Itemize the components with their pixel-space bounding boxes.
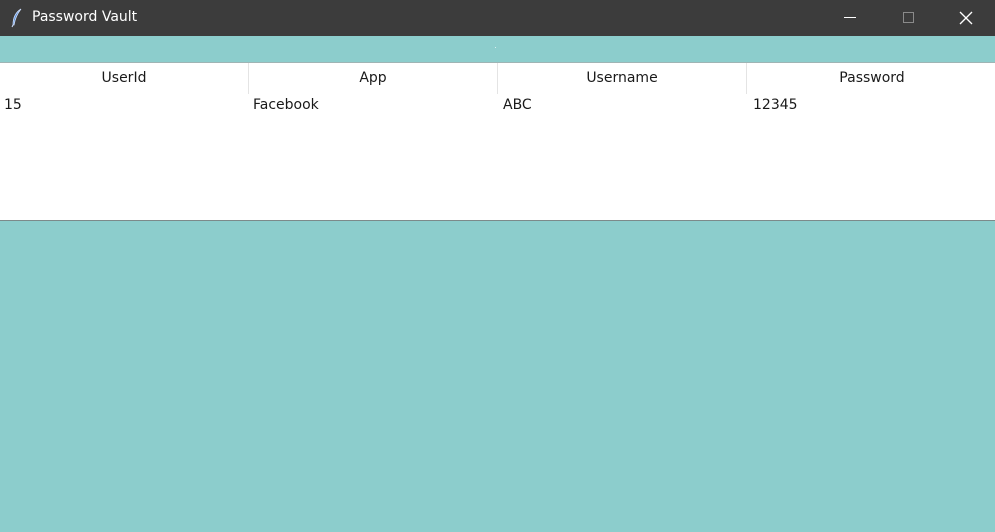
title-bar[interactable]: Password Vault [0, 0, 995, 36]
column-header-userid[interactable]: UserId [0, 63, 249, 94]
cell-app: Facebook [253, 97, 319, 113]
close-button[interactable] [937, 0, 995, 36]
vault-table[interactable]: UserId App Username Password 15 Facebook… [0, 62, 995, 221]
close-icon [959, 11, 973, 25]
toolbar-strip [0, 36, 995, 63]
minimize-icon [844, 17, 856, 18]
column-header-username[interactable]: Username [498, 63, 747, 94]
table-row[interactable]: 15 Facebook ABC 12345 [0, 94, 995, 116]
maximize-icon [903, 12, 914, 23]
column-header-password[interactable]: Password [749, 63, 995, 94]
maximize-button[interactable] [879, 0, 937, 36]
cell-username: ABC [503, 97, 532, 113]
strip-dot [495, 47, 496, 48]
window-title: Password Vault [32, 9, 138, 25]
table-header: UserId App Username Password [0, 63, 995, 94]
app-window: Password Vault UserId App Username Passw… [0, 0, 995, 532]
feather-icon [10, 8, 24, 28]
column-header-app[interactable]: App [249, 63, 498, 94]
cell-password: 12345 [753, 97, 798, 113]
cell-userid: 15 [4, 97, 22, 113]
minimize-button[interactable] [821, 0, 879, 36]
